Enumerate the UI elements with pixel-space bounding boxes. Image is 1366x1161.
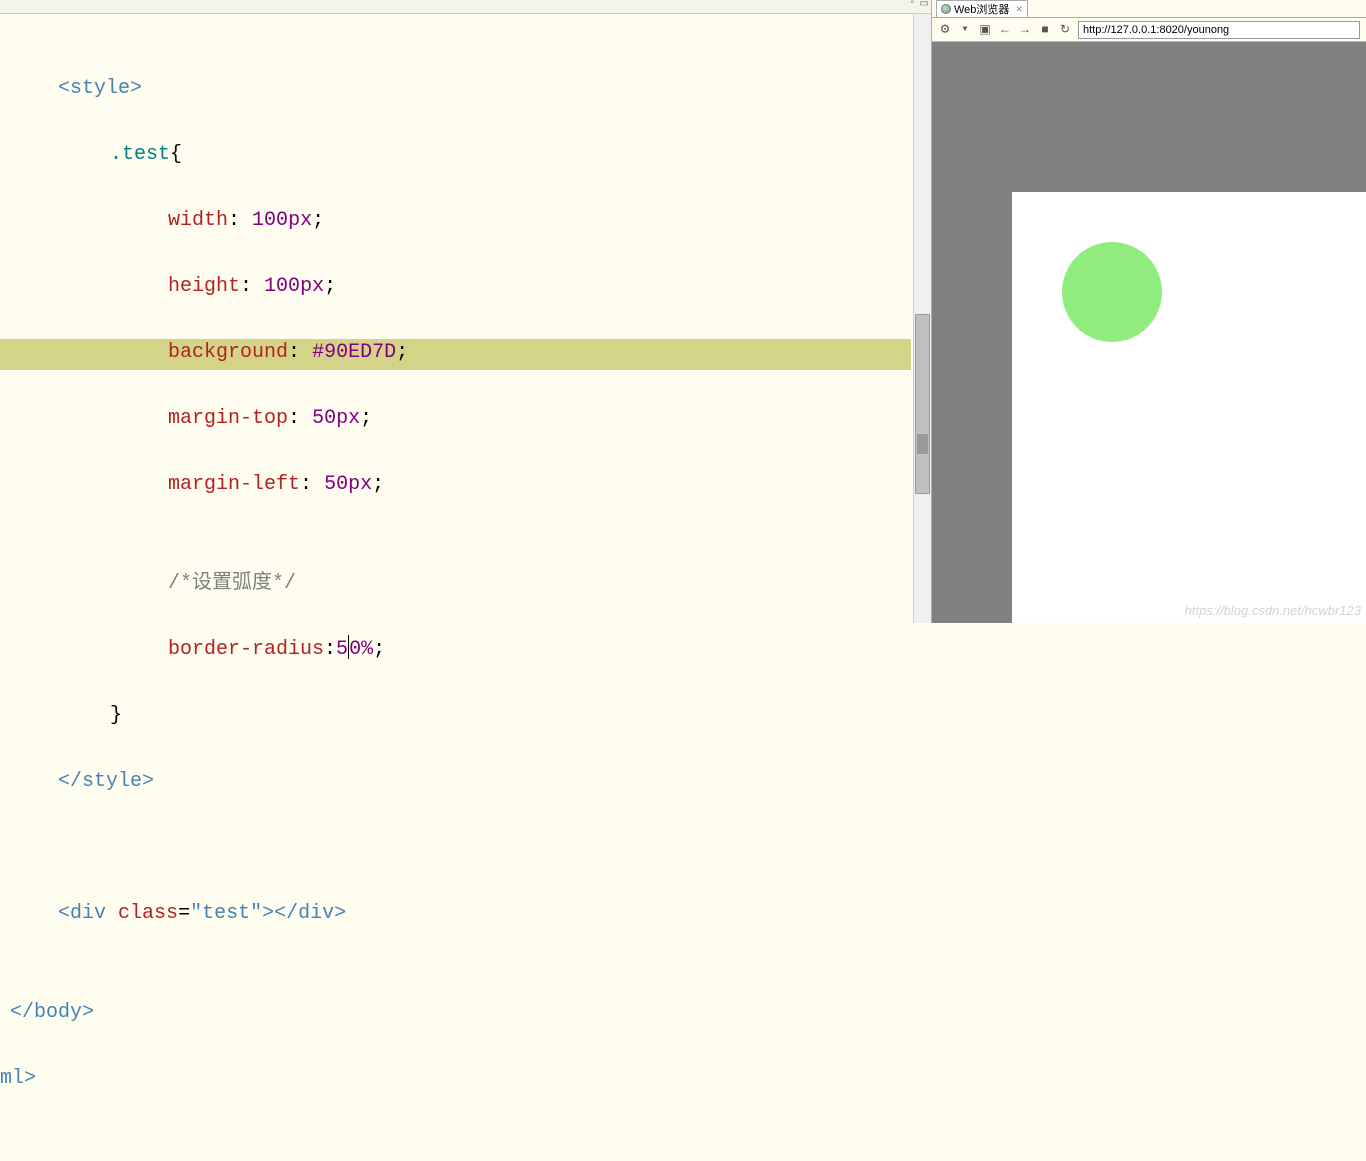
text-cursor <box>348 635 349 659</box>
code-editor[interactable]: <style> .test{ width: 100px; height: 100… <box>0 14 931 637</box>
code-token: .test <box>110 143 170 166</box>
code-token: " <box>250 902 262 925</box>
code-token: </ <box>58 770 82 793</box>
rendered-circle <box>1062 242 1162 342</box>
code-token: div <box>70 902 106 925</box>
code-token: < <box>58 77 70 100</box>
code-token <box>252 275 264 298</box>
code-token: > <box>82 1001 94 1024</box>
code-token: ; <box>373 638 385 661</box>
browser-tab-title: Web浏览器 <box>954 1 1009 17</box>
code-token: 0 <box>349 638 361 661</box>
code-token: px <box>288 209 312 232</box>
code-token: > <box>334 902 346 925</box>
code-token: #90ED7D <box>312 341 396 364</box>
globe-icon <box>941 4 951 14</box>
code-token: border-radius <box>168 638 324 661</box>
code-token: 50 <box>324 473 348 496</box>
code-token: > <box>142 770 154 793</box>
code-token: " <box>190 902 202 925</box>
code-token: < <box>58 902 70 925</box>
stop-icon[interactable]: ■ <box>1038 23 1052 37</box>
code-token <box>300 407 312 430</box>
code-token <box>106 902 118 925</box>
code-token: > <box>24 1067 36 1090</box>
code-token: 5 <box>336 638 348 661</box>
code-token: px <box>336 407 360 430</box>
code-token: % <box>361 638 373 661</box>
browser-tab-bar: Web浏览器 ✕ <box>932 0 1366 18</box>
code-token: : <box>240 275 252 298</box>
code-token: { <box>170 143 182 166</box>
minimize-icon[interactable]: ▫ <box>910 0 916 10</box>
code-token: style <box>70 77 130 100</box>
code-token: margin-top <box>168 407 288 430</box>
code-token: : <box>288 341 300 364</box>
code-token <box>240 209 252 232</box>
editor-top-bar: ▫ ▭ <box>0 0 931 14</box>
code-editor-pane: ▫ ▭ <style> .test{ width: 100px; height:… <box>0 0 932 623</box>
code-token: ; <box>312 209 324 232</box>
url-text: http://127.0.0.1:8020/younong <box>1083 24 1229 36</box>
code-token <box>300 341 312 364</box>
rendered-page: https://blog.csdn.net/hcwbr123 <box>1012 192 1366 623</box>
url-input[interactable]: http://127.0.0.1:8020/younong <box>1078 21 1360 39</box>
maximize-icon[interactable]: ▭ <box>920 0 929 10</box>
browser-preview-pane: Web浏览器 ✕ ⚙ ▼ ▣ ← → ■ ↻ http://127.0.0.1:… <box>932 0 1366 623</box>
code-comment: /*设置弧度*/ <box>168 572 296 595</box>
refresh-icon[interactable]: ↻ <box>1058 23 1072 37</box>
code-token: </ <box>10 1001 34 1024</box>
code-token: px <box>348 473 372 496</box>
code-token: ml <box>0 1067 24 1090</box>
code-token: > <box>130 77 142 100</box>
code-token: } <box>110 704 122 727</box>
chevron-down-icon[interactable]: ▼ <box>958 23 972 37</box>
code-token: : <box>324 638 336 661</box>
code-token: 100 <box>264 275 300 298</box>
browser-tab[interactable]: Web浏览器 ✕ <box>936 0 1028 17</box>
code-token: 50 <box>312 407 336 430</box>
code-token: div <box>298 902 334 925</box>
code-token: ; <box>324 275 336 298</box>
terminal-icon[interactable]: ▣ <box>978 23 992 37</box>
code-token: style <box>82 770 142 793</box>
code-token: : <box>300 473 312 496</box>
code-token: margin-left <box>168 473 300 496</box>
close-icon[interactable]: ✕ <box>1015 4 1023 15</box>
code-token: ; <box>396 341 408 364</box>
code-token: px <box>300 275 324 298</box>
code-token: height <box>168 275 240 298</box>
code-token: test <box>202 902 250 925</box>
code-token: body <box>34 1001 82 1024</box>
code-token: > <box>262 902 274 925</box>
code-token: ; <box>372 473 384 496</box>
code-token: : <box>288 407 300 430</box>
back-icon[interactable]: ← <box>998 23 1012 37</box>
code-token: class <box>118 902 178 925</box>
code-token: width <box>168 209 228 232</box>
forward-icon[interactable]: → <box>1018 23 1032 37</box>
code-token <box>312 473 324 496</box>
watermark-text: https://blog.csdn.net/hcwbr123 <box>1185 603 1361 618</box>
gear-icon[interactable]: ⚙ <box>938 23 952 37</box>
code-token: </ <box>274 902 298 925</box>
code-token: 100 <box>252 209 288 232</box>
browser-toolbar: ⚙ ▼ ▣ ← → ■ ↻ http://127.0.0.1:8020/youn… <box>932 18 1366 42</box>
code-token: ; <box>360 407 372 430</box>
code-token: : <box>228 209 240 232</box>
code-token: background <box>168 341 288 364</box>
browser-viewport: https://blog.csdn.net/hcwbr123 <box>932 42 1366 623</box>
code-token: = <box>178 902 190 925</box>
